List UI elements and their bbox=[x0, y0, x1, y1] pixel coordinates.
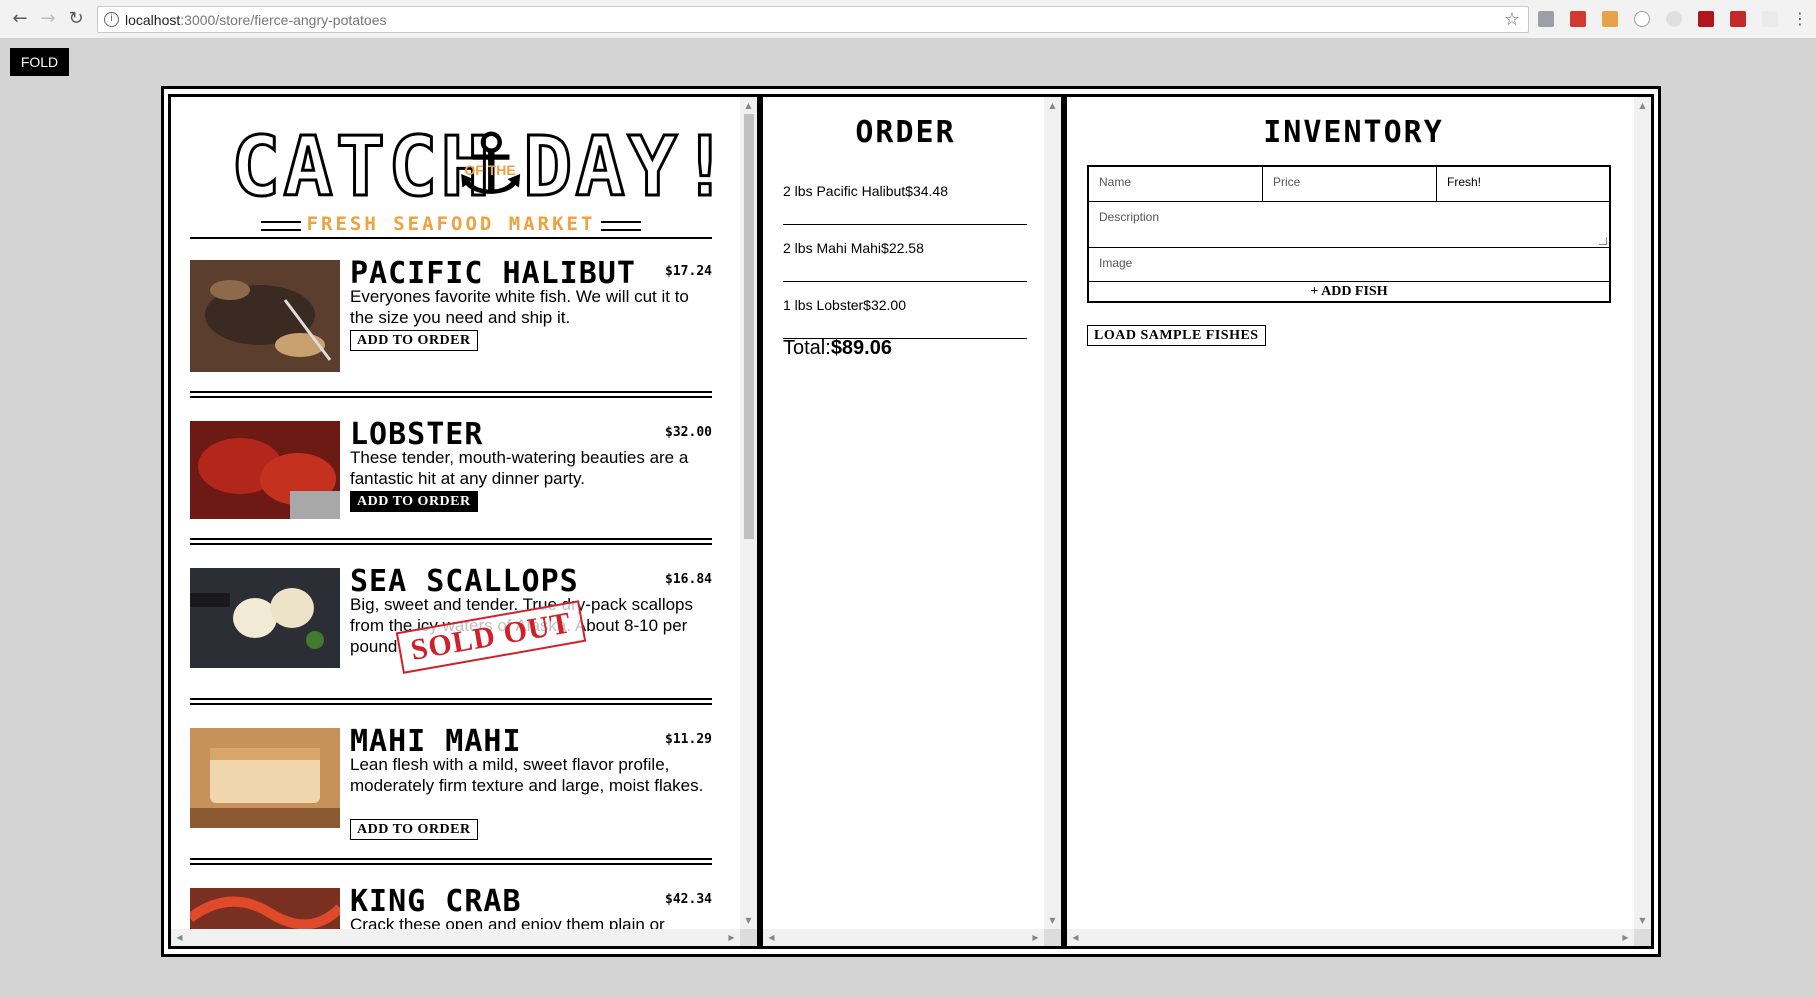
fish-item: SEA SCALLOPS $16.84 Big, sweet and tende… bbox=[190, 564, 712, 674]
logo-day: DAY! bbox=[521, 120, 733, 215]
scroll-up-icon[interactable]: ▲ bbox=[1044, 97, 1061, 114]
add-to-order-button[interactable]: ADD TO ORDER bbox=[350, 330, 478, 351]
fish-item: MAHI MAHI $11.29 Lean flesh with a mild,… bbox=[190, 724, 712, 840]
order-line-item: 2 lbs Mahi Mahi$22.58 bbox=[783, 240, 1027, 282]
extension-icon[interactable] bbox=[1602, 11, 1618, 27]
scroll-left-icon[interactable]: ◀ bbox=[171, 929, 188, 946]
order-line-item: 2 lbs Pacific Halibut$34.48 bbox=[783, 183, 1027, 225]
add-fish-form: Name Price Fresh! Description Image + AD… bbox=[1087, 165, 1611, 303]
store-container: CATCH ⚓ OF THE DAY! FRESH SEAFOOD MARKET… bbox=[161, 86, 1661, 957]
fish-description: Lean flesh with a mild, sweet flavor pro… bbox=[350, 755, 704, 795]
header-divider bbox=[190, 237, 712, 239]
fish-photo bbox=[190, 421, 340, 519]
forward-icon[interactable]: → bbox=[38, 9, 58, 29]
extension-icon[interactable] bbox=[1570, 11, 1586, 27]
fish-divider bbox=[190, 538, 712, 545]
scroll-right-icon[interactable]: ▶ bbox=[1027, 929, 1044, 946]
browser-toolbar: ← → ↻ i localhost:3000/store/fierce-angr… bbox=[0, 0, 1816, 39]
fish-price-input[interactable]: Price bbox=[1263, 167, 1437, 202]
extension-icon[interactable] bbox=[1634, 11, 1650, 27]
order-panel: ORDER 2 lbs Pacific Halibut$34.48 2 lbs … bbox=[760, 94, 1064, 949]
fish-status-select[interactable]: Fresh! bbox=[1437, 167, 1609, 202]
fish-divider bbox=[190, 858, 712, 865]
fish-item: PACIFIC HALIBUT $17.24 Everyones favorit… bbox=[190, 256, 712, 372]
fish-image-input[interactable]: Image bbox=[1089, 248, 1609, 282]
scroll-corner bbox=[740, 929, 757, 946]
scroll-down-icon[interactable]: ▼ bbox=[1044, 912, 1061, 929]
extension-icon[interactable] bbox=[1666, 11, 1682, 27]
fish-price: $32.00 bbox=[665, 425, 712, 440]
fish-item: KING CRAB $42.34 Crack these open and en… bbox=[190, 888, 712, 933]
description-placeholder: Description bbox=[1099, 210, 1160, 224]
menu-horizontal-scrollbar[interactable]: ◀ ▶ bbox=[171, 929, 757, 946]
order-line-item: 1 lbs Lobster$32.00 bbox=[783, 297, 1027, 339]
load-sample-fishes-button[interactable]: LOAD SAMPLE FISHES bbox=[1087, 325, 1266, 346]
fish-description-textarea[interactable]: Description bbox=[1089, 202, 1609, 248]
scroll-up-icon[interactable]: ▲ bbox=[1634, 97, 1651, 114]
order-horizontal-scrollbar[interactable]: ◀ ▶ bbox=[763, 929, 1061, 946]
order-total-value: $89.06 bbox=[830, 337, 892, 359]
add-to-order-button[interactable]: ADD TO ORDER bbox=[350, 491, 478, 512]
scroll-up-icon[interactable]: ▲ bbox=[740, 97, 757, 114]
fish-item: LOBSTER $32.00 These tender, mouth-water… bbox=[190, 417, 712, 519]
fish-divider bbox=[190, 391, 712, 398]
fish-description: These tender, mouth-watering beauties ar… bbox=[350, 448, 689, 488]
scroll-right-icon[interactable]: ▶ bbox=[1617, 929, 1634, 946]
menu-vertical-scrollbar[interactable]: ▲ ▼ bbox=[740, 97, 757, 929]
reload-icon[interactable]: ↻ bbox=[66, 9, 86, 29]
scroll-thumb[interactable] bbox=[744, 114, 754, 539]
resize-grip-icon[interactable] bbox=[1599, 237, 1607, 245]
order-vertical-scrollbar[interactable]: ▲ ▼ bbox=[1044, 97, 1061, 929]
logo-tagline: FRESH SEAFOOD MARKET bbox=[261, 213, 641, 235]
fish-price: $11.29 bbox=[665, 732, 712, 747]
fish-price: $16.84 bbox=[665, 572, 712, 587]
fold-button[interactable]: FOLD bbox=[10, 48, 69, 76]
inventory-horizontal-scrollbar[interactable]: ◀ ▶ bbox=[1067, 929, 1651, 946]
extension-icon[interactable] bbox=[1762, 11, 1778, 27]
order-total-label: Total: bbox=[783, 337, 831, 359]
scroll-corner bbox=[1634, 929, 1651, 946]
fish-photo bbox=[190, 728, 340, 828]
fish-name-input[interactable]: Name bbox=[1089, 167, 1263, 202]
menu-panel: CATCH ⚓ OF THE DAY! FRESH SEAFOOD MARKET… bbox=[168, 94, 760, 949]
ublock-icon[interactable] bbox=[1698, 11, 1714, 27]
order-title: ORDER bbox=[855, 115, 956, 150]
url-text: localhost:3000/store/fierce-angry-potato… bbox=[125, 12, 387, 28]
bookmark-star-icon[interactable]: ☆ bbox=[1504, 9, 1520, 30]
fish-divider bbox=[190, 698, 712, 705]
extension-icon[interactable] bbox=[1730, 11, 1746, 27]
add-to-order-button[interactable]: ADD TO ORDER bbox=[350, 819, 478, 840]
logo-of-the: OF THE bbox=[464, 162, 516, 178]
add-fish-button[interactable]: + ADD FISH bbox=[1089, 282, 1609, 301]
address-bar[interactable]: i localhost:3000/store/fierce-angry-pota… bbox=[97, 6, 1529, 33]
fish-photo bbox=[190, 260, 340, 372]
inventory-panel: INVENTORY Name Price Fresh! Description … bbox=[1064, 94, 1654, 949]
fish-price: $42.34 bbox=[665, 892, 712, 907]
fish-price: $17.24 bbox=[665, 264, 712, 279]
scroll-corner bbox=[1044, 929, 1061, 946]
fish-photo bbox=[190, 568, 340, 668]
order-total: Total:$89.06 bbox=[783, 337, 892, 360]
scroll-right-icon[interactable]: ▶ bbox=[723, 929, 740, 946]
fish-photo bbox=[190, 888, 340, 933]
inventory-title: INVENTORY bbox=[1263, 115, 1444, 150]
inventory-vertical-scrollbar[interactable]: ▲ ▼ bbox=[1634, 97, 1651, 929]
scroll-left-icon[interactable]: ◀ bbox=[763, 929, 780, 946]
scroll-down-icon[interactable]: ▼ bbox=[740, 912, 757, 929]
extension-icon[interactable] bbox=[1538, 11, 1554, 27]
fish-description: Everyones favorite white fish. We will c… bbox=[350, 287, 689, 327]
catch-of-the-day-logo: CATCH ⚓ OF THE DAY! FRESH SEAFOOD MARKET bbox=[230, 119, 731, 235]
info-icon[interactable]: i bbox=[104, 12, 119, 27]
scroll-down-icon[interactable]: ▼ bbox=[1634, 912, 1651, 929]
scroll-left-icon[interactable]: ◀ bbox=[1067, 929, 1084, 946]
back-icon[interactable]: ← bbox=[10, 9, 30, 29]
menu-kebab-icon[interactable]: ⋮ bbox=[1790, 9, 1810, 29]
